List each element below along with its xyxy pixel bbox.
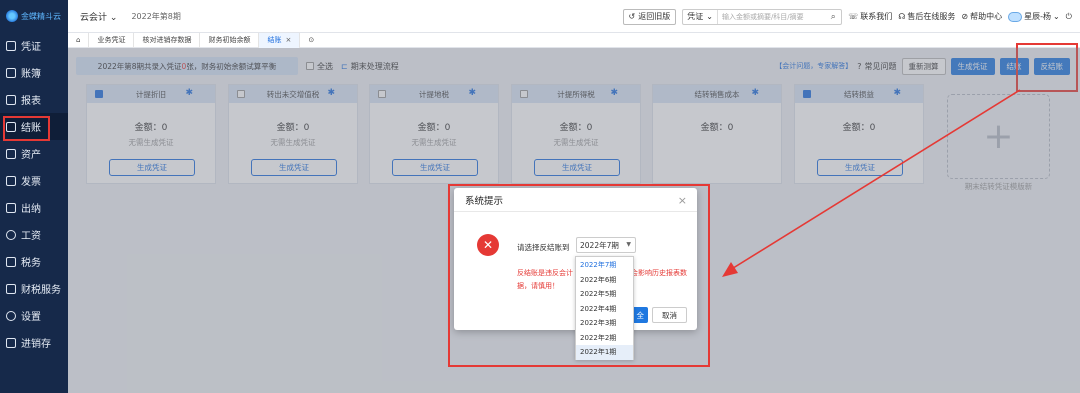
tab-close-account[interactable]: 结账 × <box>259 32 301 48</box>
sidebar-item-label: 设置 <box>21 312 41 323</box>
contact-icon: ☏ <box>848 12 859 21</box>
search-input[interactable]: 输入金额或摘要/科目/摘要 <box>718 12 825 22</box>
voucher-icon <box>6 40 16 51</box>
tab-check-inventory[interactable]: 核对进销存数据 <box>134 32 201 48</box>
sidebar-item-finance-service[interactable]: 财税服务 <box>0 275 68 302</box>
sidebar-item-cashier[interactable]: 出纳 <box>0 194 68 221</box>
avatar <box>1008 11 1023 22</box>
online-service-label: 售后在线服务 <box>907 12 956 21</box>
contact-label: 联系我们 <box>860 12 893 21</box>
cashier-icon <box>6 202 16 213</box>
sidebar-item-voucher[interactable]: 凭证 <box>0 32 68 59</box>
sidebar-item-tax[interactable]: 税务 <box>0 248 68 275</box>
app-name: 云会计 <box>80 12 108 23</box>
logout-icon[interactable]: ⏻ <box>1066 12 1072 22</box>
chevron-down-icon: ⌄ <box>1052 12 1060 21</box>
sidebar-item-label: 税务 <box>21 258 41 269</box>
tab-initial-balance[interactable]: 财务初始余额 <box>200 32 260 48</box>
sidebar-item-inventory[interactable]: 进销存 <box>0 329 68 356</box>
tab-label: 结账 <box>267 36 282 44</box>
sidebar-item-assets[interactable]: 资产 <box>0 140 68 167</box>
sidebar-item-settings[interactable]: 设置 <box>0 302 68 329</box>
sidebar-item-report[interactable]: 报表 <box>0 86 68 113</box>
sidebar-item-label: 财税服务 <box>21 285 61 296</box>
help-center-link[interactable]: ⊘ 帮助中心 <box>961 11 1002 22</box>
sidebar-item-label: 账簿 <box>21 69 41 80</box>
search-box[interactable]: 凭证 ⌄ 输入金额或摘要/科目/摘要 ⌕ <box>682 8 843 25</box>
app-switcher[interactable]: 云会计 ⌄ <box>80 10 117 23</box>
chevron-down-icon: ⌄ <box>706 12 713 21</box>
contact-us-link[interactable]: ☏ 联系我们 <box>848 11 892 22</box>
invoice-icon <box>6 175 16 186</box>
dialog-highlight <box>448 184 710 367</box>
tab-more-icon[interactable]: ⊙ <box>300 33 322 48</box>
gear-icon <box>6 310 16 321</box>
help-icon: ⊘ <box>961 12 969 21</box>
return-icon: ↺ <box>628 12 636 21</box>
report-icon <box>6 94 16 105</box>
search-type-value: 凭证 <box>687 12 704 21</box>
return-old-version-button[interactable]: ↺ 返回旧版 <box>622 8 677 25</box>
sidebar-item-label: 凭证 <box>21 42 41 53</box>
sidebar-item-label: 出纳 <box>21 204 41 215</box>
tab-label: 核对进销存数据 <box>142 36 192 44</box>
sidebar-item-label: 发票 <box>21 177 41 188</box>
user-menu[interactable]: 星辰-杨 ⌄ <box>1008 11 1060 22</box>
home-icon[interactable]: ⌂ <box>68 32 90 48</box>
sidebar-item-label: 资产 <box>21 150 41 161</box>
user-name: 星辰-杨 <box>1024 12 1051 21</box>
tab-business-voucher[interactable]: 业务凭证 <box>89 32 135 48</box>
chevron-down-icon: ⌄ <box>109 12 118 23</box>
sidebar-item-label: 报表 <box>21 96 41 107</box>
sidebar-item-label: 结账 <box>21 123 41 134</box>
ledger-icon <box>6 67 16 78</box>
online-service-link[interactable]: ☊ 售后在线服务 <box>898 11 955 22</box>
search-icon[interactable]: ⌕ <box>825 12 841 22</box>
tab-bar: ⌂ 业务凭证 核对进销存数据 财务初始余额 结账 × ⊙ <box>68 32 1080 48</box>
logo-icon <box>6 10 18 22</box>
tax-icon <box>6 256 16 267</box>
help-label: 帮助中心 <box>970 12 1003 21</box>
logo-text: 金蝶精斗云 <box>21 11 61 21</box>
sidebar-item-payroll[interactable]: 工资 <box>0 221 68 248</box>
search-type-select[interactable]: 凭证 ⌄ <box>683 9 718 24</box>
payroll-icon <box>6 229 16 240</box>
assets-icon <box>6 148 16 159</box>
headset-icon: ☊ <box>898 12 906 21</box>
logo: 金蝶精斗云 <box>0 0 68 32</box>
finance-service-icon <box>6 283 16 294</box>
inventory-icon <box>6 337 16 348</box>
current-period: 2022年第8期 <box>131 11 181 21</box>
top-header: 云会计 ⌄ 2022年第8期 ↺ 返回旧版 凭证 ⌄ 输入金额或摘要/科目/摘要 ⌕… <box>68 0 1080 33</box>
sidebar-item-label: 进销存 <box>21 339 51 350</box>
tab-label: 业务凭证 <box>97 36 126 44</box>
close-account-icon <box>6 121 16 132</box>
sidebar-item-label: 工资 <box>21 231 41 242</box>
sidebar: 金蝶精斗云 凭证 账簿 报表 结账 资产 发票 出纳 工资 税务 财税服务 设置… <box>0 0 68 393</box>
return-old-label: 返回旧版 <box>638 12 671 21</box>
close-icon[interactable]: × <box>285 36 291 44</box>
sidebar-item-invoice[interactable]: 发票 <box>0 167 68 194</box>
sidebar-item-close-account[interactable]: 结账 <box>0 113 68 141</box>
sidebar-item-ledger[interactable]: 账簿 <box>0 59 68 86</box>
tab-label: 财务初始余额 <box>208 36 251 44</box>
